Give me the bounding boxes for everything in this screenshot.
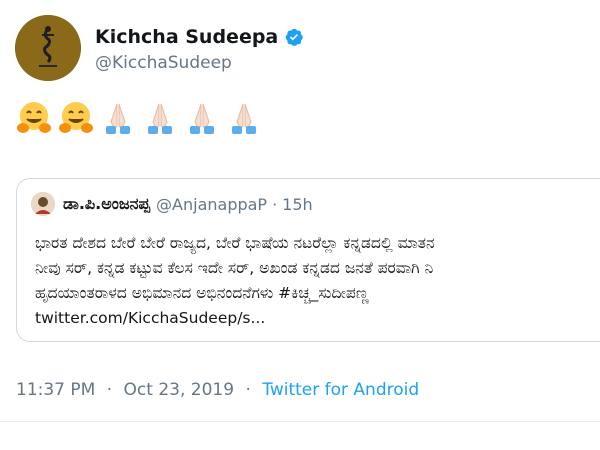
folded-hands-icon — [226, 100, 262, 136]
quoted-text-line: ಭಾರತ ದೇಶದ ಬೇರೆ ಬೇರೆ ರಾಜ್ಯದ, ಬೇರೆ ಭಾಷೆಯ ನ… — [35, 234, 435, 252]
folded-hands-icon — [142, 100, 178, 136]
quoted-text-line: ಹೃದಯಾಂತರಾಳದ ಅಭಿಮಾನದ ಅಭಿನಂದನೆಗಳು #ಕಿಚ್ಚ_ಸ… — [35, 284, 370, 302]
quoted-author-name[interactable]: ಡಾ.ಪಿ.ಅಂಜನಪ್ಪ — [63, 194, 150, 214]
folded-hands-icon — [184, 100, 220, 136]
hugging-face-icon — [16, 100, 52, 136]
quoted-author-handle[interactable]: @AnjanappaP — [156, 195, 267, 214]
author-avatar[interactable] — [15, 15, 81, 81]
quoted-author-avatar[interactable] — [31, 192, 55, 216]
folded-hands-icon — [100, 100, 136, 136]
quoted-tweet-card[interactable]: ಡಾ.ಪಿ.ಅಂಜನಪ್ಪ @AnjanappaP · 15h ಭಾರತ ದೇಶ… — [16, 178, 600, 342]
quoted-tweet-header: ಡಾ.ಪಿ.ಅಂಜನಪ್ಪ @AnjanappaP · 15h — [31, 192, 313, 216]
quoted-header-separator: · — [272, 194, 278, 214]
quoted-tweet-time[interactable]: 15h — [282, 195, 313, 214]
tweet-emoji-row — [16, 100, 262, 136]
tweet-date[interactable]: Oct 23, 2019 — [124, 380, 235, 400]
quoted-tweet-link[interactable]: twitter.com/KicchaSudeep/s... — [35, 306, 600, 331]
divider — [0, 421, 600, 422]
meta-separator: · — [106, 380, 113, 400]
quoted-text-line: ನೀವು ಸರ್, ಕನ್ನಡ ಕಟ್ಟುವ ಕೆಲಸ ಇದೇ ಸರ್, ಅಖಂ… — [35, 259, 434, 277]
author-display-name[interactable]: Kichcha Sudeepa — [95, 26, 278, 48]
verified-badge-icon — [284, 27, 304, 47]
tweet-metadata: 11:37 PM · Oct 23, 2019 · Twitter for An… — [16, 380, 419, 400]
tweet-client-link[interactable]: Twitter for Android — [262, 380, 419, 400]
author-handle[interactable]: @KicchaSudeep — [95, 53, 304, 73]
tweet-time[interactable]: 11:37 PM — [16, 380, 95, 400]
tweet-card: Kichcha Sudeepa @KicchaSudeep ಡಾ.ಪಿ.ಅಂಜನ… — [0, 0, 600, 450]
meta-separator: · — [245, 380, 251, 400]
author-info: Kichcha Sudeepa @KicchaSudeep — [95, 24, 304, 73]
quoted-tweet-text: ಭಾರತ ದೇಶದ ಬೇರೆ ಬೇರೆ ರಾಜ್ಯದ, ಬೇರೆ ಭಾಷೆಯ ನ… — [35, 231, 600, 331]
hugging-face-icon — [58, 100, 94, 136]
